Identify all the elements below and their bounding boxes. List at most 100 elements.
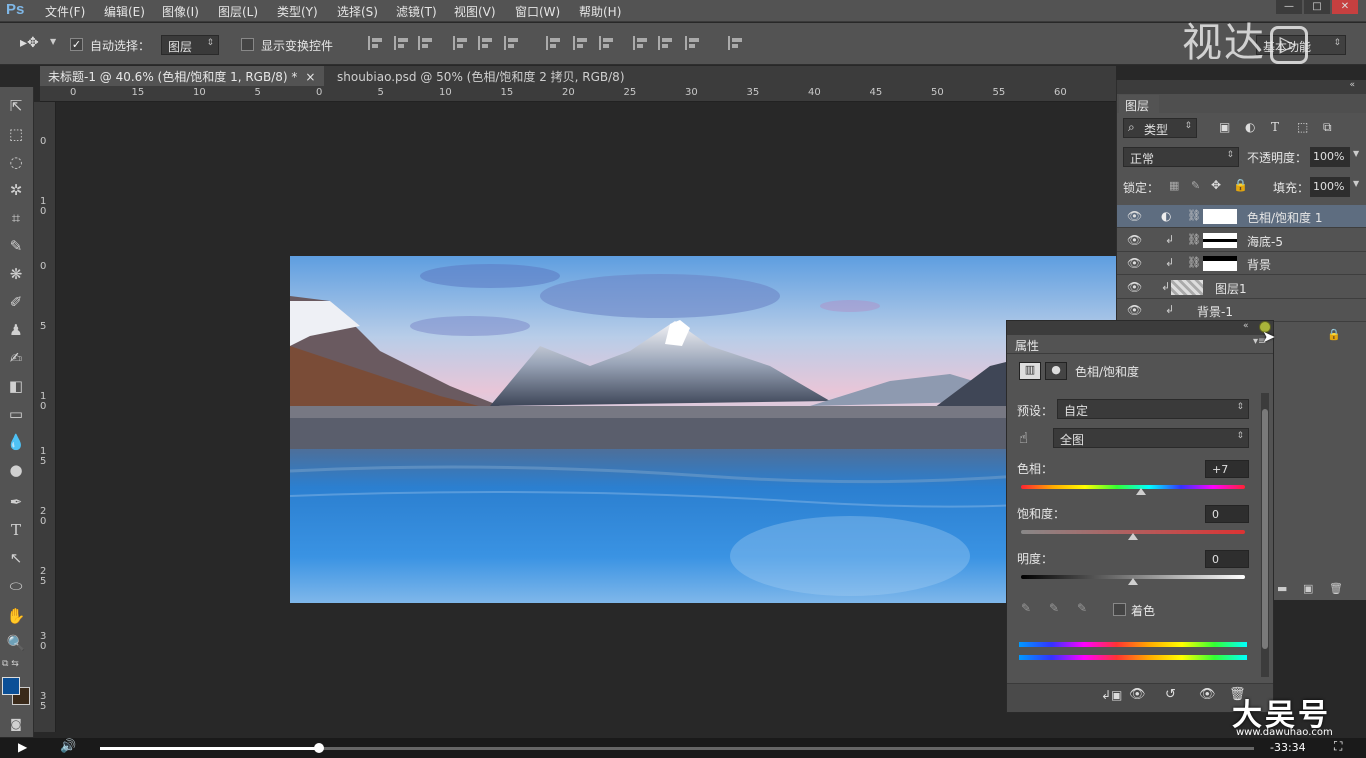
menu-edit[interactable]: 编辑(E) (104, 3, 145, 20)
move-tool-icon[interactable]: ▸✥ (20, 35, 39, 51)
new-group-icon[interactable]: ▬ (1277, 582, 1287, 595)
healing-tool-icon[interactable]: ❋ (4, 263, 28, 285)
preset-select[interactable]: 自定 (1057, 399, 1249, 419)
tab-layers[interactable]: 图层 (1119, 95, 1159, 113)
lightness-slider-thumb[interactable] (1128, 578, 1138, 585)
menu-type[interactable]: 类型(Y) (277, 3, 318, 20)
ellipse-tool-icon[interactable]: ⬭ (4, 575, 28, 597)
blend-mode-select[interactable]: 正常 (1123, 147, 1239, 167)
progress-knob[interactable] (314, 743, 325, 753)
tab-properties[interactable]: 属性 (1011, 336, 1051, 353)
mask-icon[interactable]: ● (1045, 362, 1067, 380)
lasso-tool-icon[interactable]: ◌ (4, 151, 28, 173)
type-tool-icon[interactable]: T (4, 519, 28, 541)
brush-tool-icon[interactable]: ✐ (4, 291, 28, 313)
link-icon[interactable]: ⛓ (1187, 256, 1201, 269)
dodge-tool-icon[interactable]: ● (4, 459, 28, 481)
gradient-tool-icon[interactable]: ▭ (4, 403, 28, 425)
delete-layer-icon[interactable]: 🗑 (1329, 582, 1343, 595)
eyedropper-minus-icon[interactable]: ✎ (1077, 601, 1087, 615)
eyedropper-plus-icon[interactable]: ✎ (1049, 601, 1059, 615)
quick-mask-icon[interactable]: ◙ (4, 713, 28, 735)
layer-mask-thumbnail[interactable] (1203, 209, 1237, 224)
filter-smart-icon[interactable]: ⧉ (1323, 120, 1332, 135)
link-icon[interactable]: ⛓ (1187, 209, 1201, 222)
blur-tool-icon[interactable]: 💧 (4, 431, 28, 453)
pen-tool-icon[interactable]: ✒ (4, 491, 28, 513)
close-icon[interactable]: ✕ (1332, 0, 1358, 14)
magic-wand-tool-icon[interactable]: ✲ (4, 179, 28, 201)
zoom-tool-icon[interactable]: 🔍 (4, 632, 28, 654)
distribute-hcenter-icon[interactable] (658, 36, 674, 50)
filter-pixel-icon[interactable]: ▣ (1219, 120, 1230, 134)
clone-stamp-tool-icon[interactable]: ♟ (4, 319, 28, 341)
menu-filter[interactable]: 滤镜(T) (396, 3, 437, 20)
distribute-bottom-icon[interactable] (599, 36, 615, 50)
hue-slider-thumb[interactable] (1136, 488, 1146, 495)
document-image[interactable] (290, 256, 1120, 603)
lock-transparent-icon[interactable]: ▦ (1169, 179, 1179, 192)
lock-position-icon[interactable]: ✥ (1211, 178, 1221, 192)
view-previous-icon[interactable]: 👁 (1129, 687, 1146, 702)
default-colors-icon[interactable]: ⧉ ⇆ (2, 659, 19, 669)
progress-track[interactable] (100, 743, 1254, 753)
foreground-color-swatch[interactable] (2, 677, 20, 695)
marquee-tool-icon[interactable]: ⬚ (4, 123, 28, 145)
menu-help[interactable]: 帮助(H) (579, 3, 621, 20)
layer-row[interactable]: 👁 ↲ 背景-1 (1117, 299, 1366, 322)
distribute-vcenter-icon[interactable] (573, 36, 589, 50)
align-vcenter-icon[interactable] (394, 36, 410, 50)
new-layer-icon[interactable]: ▣ (1303, 582, 1313, 595)
opacity-dropdown-icon[interactable]: ▼ (1353, 149, 1359, 158)
show-transform-checkbox[interactable] (241, 38, 254, 51)
eraser-tool-icon[interactable]: ◧ (4, 375, 28, 397)
layer-row[interactable]: 👁 ↲ 图层1 (1117, 276, 1366, 299)
fill-input[interactable]: 100% (1310, 177, 1350, 197)
adjustment-type-icon[interactable]: ▥ (1019, 362, 1041, 380)
visibility-eye-icon[interactable]: 👁 (1127, 233, 1142, 247)
align-left-icon[interactable] (453, 36, 469, 50)
colorize-checkbox[interactable] (1113, 603, 1126, 616)
saturation-input[interactable]: 0 (1205, 505, 1249, 523)
path-select-tool-icon[interactable]: ↖ (4, 547, 28, 569)
align-right-icon[interactable] (504, 36, 520, 50)
fill-dropdown-icon[interactable]: ▼ (1353, 179, 1359, 188)
saturation-slider-thumb[interactable] (1128, 533, 1138, 540)
align-bottom-icon[interactable] (418, 36, 434, 50)
lock-all-icon[interactable]: 🔒 (1233, 178, 1248, 192)
menu-layer[interactable]: 图层(L) (218, 3, 258, 20)
eyedropper-icon[interactable]: ✎ (1021, 601, 1031, 615)
play-icon[interactable]: ▶ (18, 740, 27, 754)
menu-view[interactable]: 视图(V) (454, 3, 496, 20)
eyedropper-tool-icon[interactable]: ✎ (4, 235, 28, 257)
scrollbar-thumb[interactable] (1262, 409, 1268, 649)
reset-icon[interactable]: ↺ (1165, 687, 1176, 702)
toggle-visibility-icon[interactable]: 👁 (1199, 687, 1216, 702)
targeted-adjust-hand-icon[interactable]: ☝ (1019, 429, 1028, 447)
volume-icon[interactable]: 🔊 (60, 739, 76, 754)
distribute-top-icon[interactable] (546, 36, 562, 50)
layer-mask-thumbnail[interactable] (1203, 256, 1237, 271)
auto-select-target-select[interactable]: 图层 (161, 35, 219, 55)
tab-shoubiao[interactable]: shoubiao.psd @ 50% (色相/饱和度 2 拷贝, RGB/8) … (329, 66, 659, 99)
menu-image[interactable]: 图像(I) (162, 3, 199, 20)
tool-preset-dropdown-icon[interactable]: ▼ (50, 37, 56, 46)
layer-row[interactable]: 👁 ◐ ⛓ 色相/饱和度 1 (1117, 205, 1366, 228)
distribute-right-icon[interactable] (685, 36, 701, 50)
menu-file[interactable]: 文件(F) (45, 3, 85, 20)
filter-shape-icon[interactable]: ⬚ (1297, 120, 1308, 134)
auto-select-checkbox[interactable]: ✓ (70, 38, 83, 51)
menu-window[interactable]: 窗口(W) (515, 3, 560, 20)
lock-image-icon[interactable]: ✎ (1191, 179, 1200, 192)
scrollbar[interactable] (1261, 393, 1269, 677)
layer-thumbnail[interactable] (1171, 280, 1203, 295)
visibility-eye-icon[interactable]: 👁 (1127, 303, 1142, 317)
layer-mask-thumbnail[interactable] (1203, 233, 1237, 248)
filter-adjustment-icon[interactable]: ◐ (1245, 120, 1255, 134)
crop-tool-icon[interactable]: ⌗ (4, 207, 28, 229)
distribute-left-icon[interactable] (633, 36, 649, 50)
menu-select[interactable]: 选择(S) (337, 3, 378, 20)
opacity-input[interactable]: 100% (1310, 147, 1350, 167)
layer-row[interactable]: 👁 ↲ ⛓ 海底-5 (1117, 229, 1366, 252)
layer-row[interactable]: 👁 ↲ ⛓ 背景 (1117, 252, 1366, 275)
